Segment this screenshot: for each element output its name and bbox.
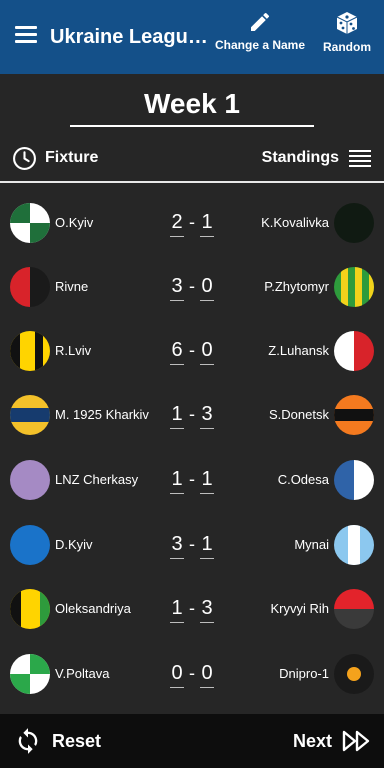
d-kyiv-crest-icon [10, 525, 50, 565]
score: 0 - 0 [170, 652, 214, 696]
k-kovalivka-crest-icon [334, 203, 374, 243]
c-odesa-crest-icon [334, 460, 374, 500]
home-goals[interactable]: 1 [170, 468, 184, 494]
p-zhytomyr-crest-icon [334, 267, 374, 307]
lnz-cherkasy-crest-icon [10, 460, 50, 500]
dice-icon [336, 12, 358, 34]
oleksandriya-crest-icon [10, 589, 50, 629]
next-label: Next [292, 730, 332, 751]
rivne-crest-icon [10, 267, 50, 307]
view-tabs: Fixture Standings [0, 142, 384, 174]
score: 1 - 3 [170, 587, 214, 631]
match-row[interactable]: Rivne 3 - 0 P.Zhytomyr [0, 265, 384, 309]
metalist-kharkiv-crest-icon [10, 395, 50, 435]
tab-fixture[interactable]: Fixture [12, 144, 98, 172]
tab-standings[interactable]: Standings [262, 144, 372, 172]
tab-fixture-label: Fixture [45, 149, 99, 166]
away-goals[interactable]: 0 [200, 275, 214, 301]
score-separator: - [189, 598, 195, 618]
score-separator: - [189, 340, 195, 360]
away-goals[interactable]: 0 [200, 339, 214, 365]
match-row[interactable]: M. 1925 Kharkiv 1 - 3 S.Donetsk [0, 393, 384, 437]
match-row[interactable]: D.Kyiv 3 - 1 Mynai [0, 523, 384, 567]
app-title: Ukraine League... [50, 26, 210, 48]
home-team-name: V.Poltava [55, 666, 110, 681]
away-team-name: C.Odesa [277, 472, 329, 487]
home-goals[interactable]: 6 [170, 339, 184, 365]
mynai-crest-icon [334, 525, 374, 565]
home-goals[interactable]: 3 [170, 533, 184, 559]
away-team-name: P.Zhytomyr [264, 279, 329, 294]
tab-standings-label: Standings [261, 149, 339, 166]
fast-forward-icon [342, 730, 370, 752]
home-team-name: Rivne [55, 279, 89, 294]
match-row[interactable]: V.Poltava 0 - 0 Dnipro-1 [0, 652, 384, 696]
score: 3 - 0 [170, 265, 214, 309]
divider [0, 181, 384, 183]
score: 3 - 1 [170, 523, 214, 567]
r-lviv-crest-icon [10, 331, 50, 371]
home-goals[interactable]: 0 [170, 662, 184, 688]
score-separator: - [189, 212, 195, 232]
v-poltava-crest-icon [10, 654, 50, 694]
home-goals[interactable]: 2 [170, 211, 184, 237]
list-icon [349, 150, 371, 167]
next-button[interactable]: Next [293, 727, 370, 755]
bottom-bar: Reset Next [0, 714, 384, 768]
away-goals[interactable]: 1 [200, 468, 214, 494]
random-label: Random [323, 40, 371, 54]
random-button[interactable]: Random [318, 10, 376, 54]
score-separator: - [189, 534, 195, 554]
home-team-name: Oleksandriya [55, 601, 131, 616]
home-team-name: LNZ Cherkasy [55, 472, 139, 487]
hamburger-menu-icon[interactable] [15, 26, 37, 44]
score-separator: - [189, 469, 195, 489]
home-team-name: O.Kyiv [55, 215, 94, 230]
home-goals[interactable]: 1 [170, 597, 184, 623]
away-team-name: S.Donetsk [269, 407, 329, 422]
home-team-name: M. 1925 Kharkiv [55, 407, 149, 422]
score-separator: - [189, 276, 195, 296]
away-team-name: Kryvyi Rih [270, 601, 329, 616]
away-team-name: Z.Luhansk [268, 343, 329, 358]
home-team-name: D.Kyiv [55, 537, 93, 552]
away-goals[interactable]: 3 [200, 403, 214, 429]
o-kyiv-crest-icon [10, 203, 50, 243]
z-luhansk-crest-icon [334, 331, 374, 371]
app-bar: Ukraine League... Change a Name Random [0, 0, 384, 74]
week-underline [70, 125, 314, 127]
s-donetsk-crest-icon [334, 395, 374, 435]
match-row[interactable]: O.Kyiv 2 - 1 K.Kovalivka [0, 201, 384, 245]
home-goals[interactable]: 1 [170, 403, 184, 429]
score-separator: - [189, 663, 195, 683]
score: 2 - 1 [170, 201, 214, 245]
score: 1 - 3 [170, 393, 214, 437]
reset-button[interactable]: Reset [14, 727, 101, 755]
change-name-button[interactable]: Change a Name [214, 10, 306, 52]
score-separator: - [189, 404, 195, 424]
match-row[interactable]: LNZ Cherkasy 1 - 1 C.Odesa [0, 458, 384, 502]
change-name-label: Change a Name [214, 38, 306, 52]
score: 6 - 0 [170, 329, 214, 373]
kryvyi-rih-crest-icon [334, 589, 374, 629]
refresh-icon [18, 728, 38, 754]
away-goals[interactable]: 0 [200, 662, 214, 688]
match-row[interactable]: Oleksandriya 1 - 3 Kryvyi Rih [0, 587, 384, 631]
away-goals[interactable]: 1 [200, 533, 214, 559]
pencil-icon [251, 12, 270, 32]
week-title: Week 1 [144, 88, 240, 119]
home-team-name: R.Lviv [55, 343, 92, 358]
clock-icon [13, 146, 36, 170]
score: 1 - 1 [170, 458, 214, 502]
home-goals[interactable]: 3 [170, 275, 184, 301]
away-team-name: Dnipro-1 [279, 666, 329, 681]
away-goals[interactable]: 3 [200, 597, 214, 623]
away-team-name: Mynai [294, 537, 329, 552]
away-goals[interactable]: 1 [200, 211, 214, 237]
match-row[interactable]: R.Lviv 6 - 0 Z.Luhansk [0, 329, 384, 373]
reset-label: Reset [52, 730, 102, 751]
away-team-name: K.Kovalivka [261, 215, 329, 230]
dnipro-1-crest-icon [334, 654, 374, 694]
